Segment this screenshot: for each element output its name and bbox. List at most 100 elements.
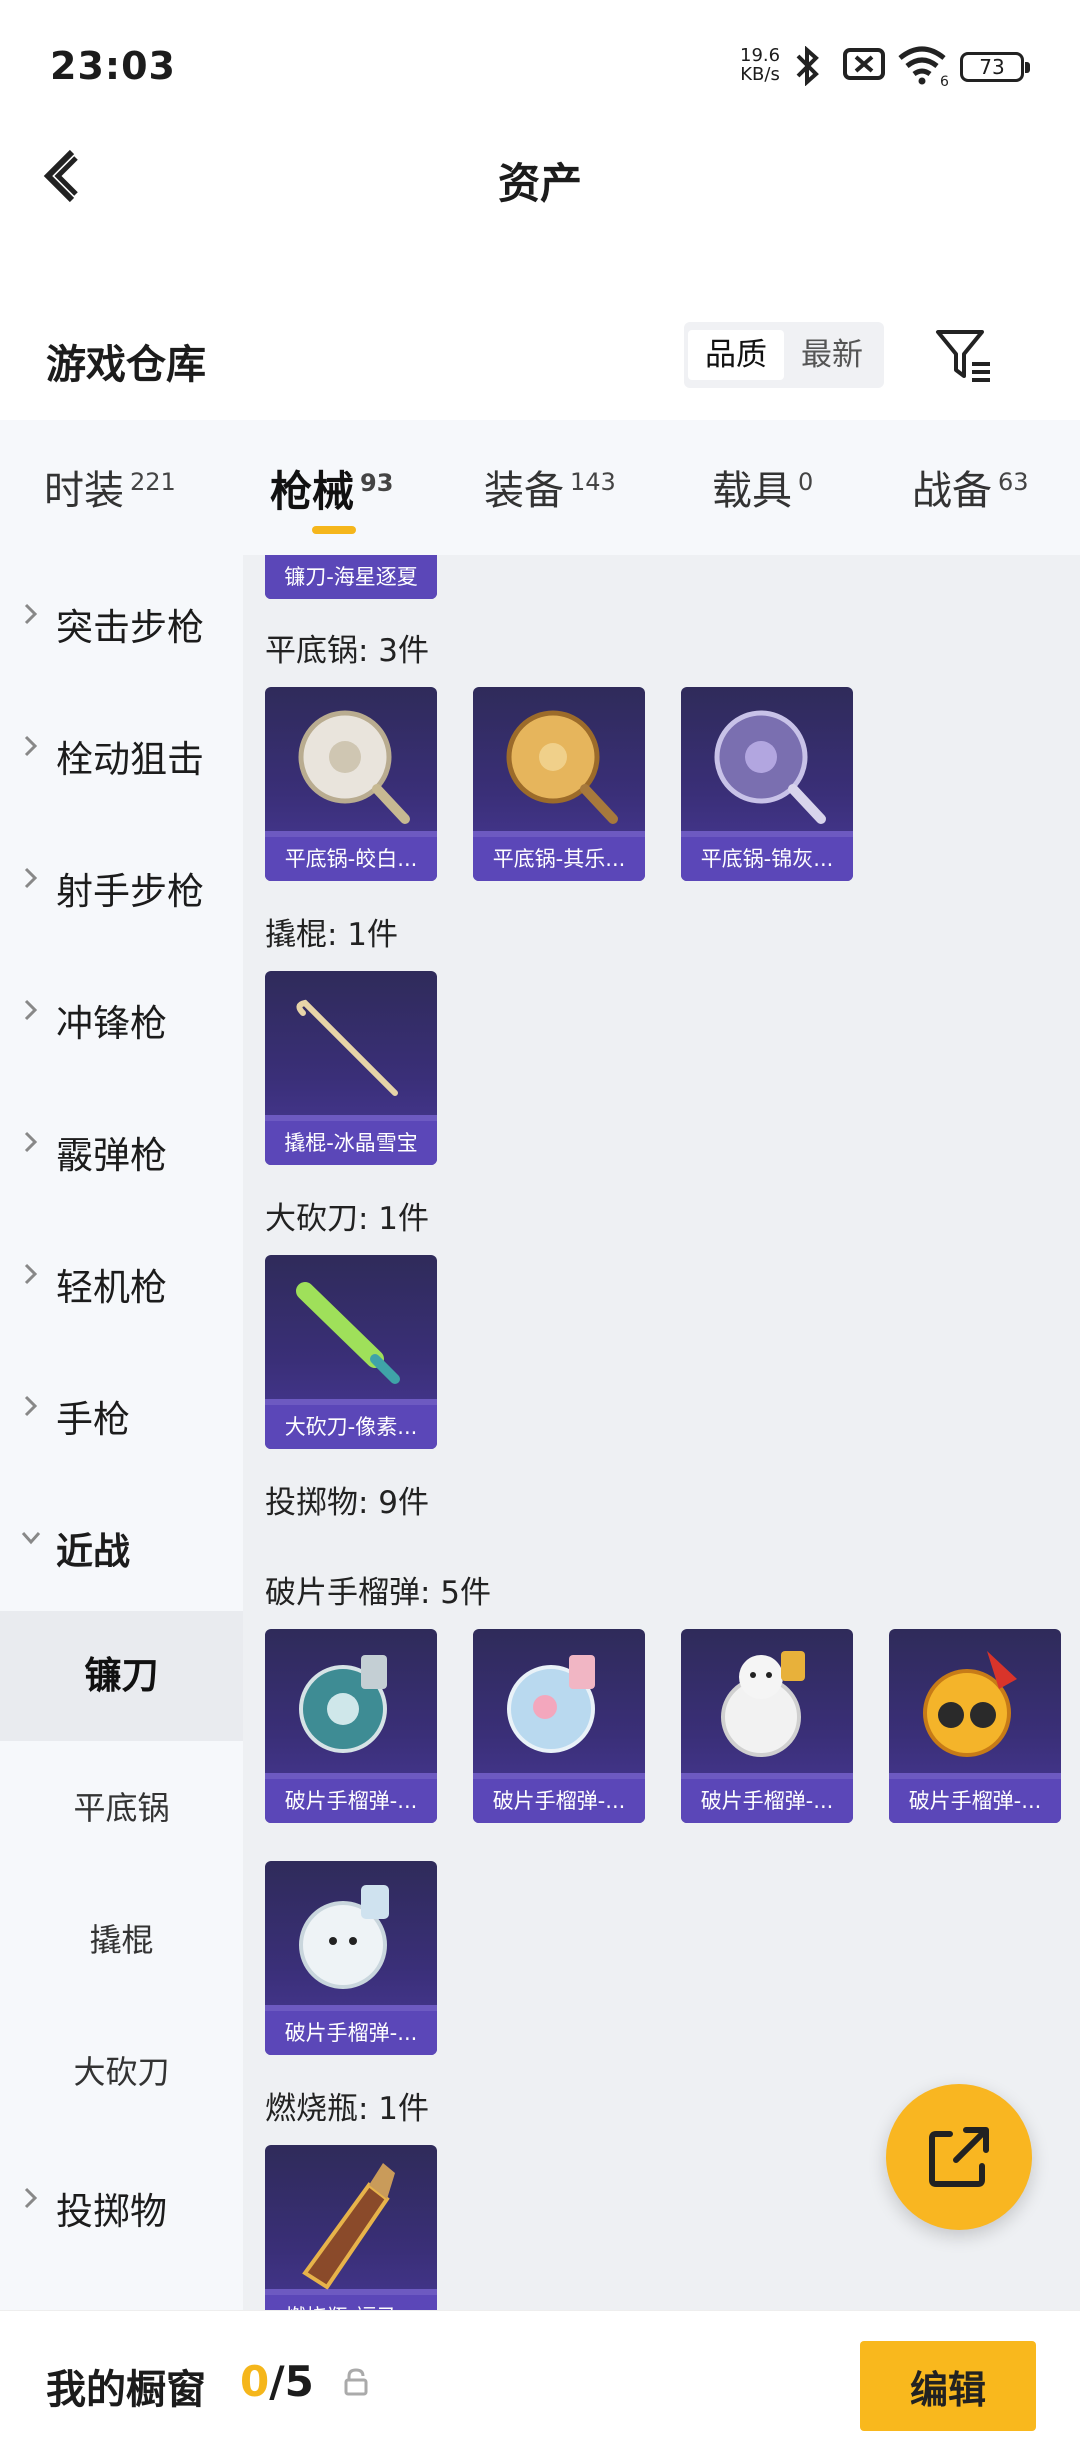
wifi-icon: 6 [898, 46, 948, 86]
network-speed-value: 19.6 [740, 45, 781, 66]
sidebar-item-bolt-sniper[interactable]: 栓动狙击 [0, 687, 243, 817]
section-title: 投掷物: 9件 [265, 1485, 430, 1521]
section-title: 平底锅: 3件 [265, 633, 430, 669]
network-speed-unit: KB/s [740, 64, 780, 85]
sidebar-subitem-sickle[interactable]: 镰刀 [0, 1611, 243, 1741]
chevron-right-icon [24, 1131, 38, 1153]
bottom-bar: 我的橱窗 0/5 编辑 [0, 2310, 1080, 2461]
molotov-icon [302, 2163, 395, 2290]
chevron-right-icon [24, 603, 38, 625]
item-card[interactable]: 破片手榴弹-... [473, 1629, 645, 1823]
chevron-right-icon [24, 999, 38, 1021]
sidebar-item-marksman-rifle[interactable]: 射手步枪 [0, 819, 243, 949]
lock-icon [344, 2368, 368, 2396]
sidebar-subitem-pan[interactable]: 平底锅 [0, 1743, 243, 1873]
edit-button[interactable]: 编辑 [860, 2341, 1036, 2431]
tab-fashion[interactable]: 时装 221 [44, 458, 176, 518]
status-time: 23:03 [50, 44, 176, 88]
item-name: 破片手榴弹-... [473, 1779, 645, 1823]
sort-quality[interactable]: 品质 [688, 330, 784, 380]
pan-icon [714, 710, 826, 824]
share-out-icon [929, 2127, 989, 2187]
section-title: 撬棍: 1件 [265, 917, 399, 953]
item-card[interactable]: 燃烧瓶-福马... [265, 2145, 437, 2310]
filter-icon[interactable] [932, 324, 996, 388]
showcase-label: 我的橱窗 [46, 2367, 206, 2413]
sidebar-item-melee[interactable]: 近战 [0, 1479, 243, 1609]
tab-count: 143 [570, 467, 616, 496]
pan-icon [298, 710, 410, 824]
sidebar-subitem-machete[interactable]: 大砍刀 [0, 2007, 243, 2137]
sidebar-item-label: 突击步枪 [56, 606, 204, 649]
machete-icon [296, 1282, 400, 1384]
item-card[interactable]: 平底锅-锦灰... [681, 687, 853, 881]
tab-label: 装备 [484, 468, 564, 514]
grenade-icon [299, 1885, 389, 1989]
item-card[interactable]: 大砍刀-像素... [265, 1255, 437, 1449]
sidebar-item-shotgun[interactable]: 霰弹枪 [0, 1083, 243, 1213]
sidebar-subitem-crowbar[interactable]: 撬棍 [0, 1875, 243, 2005]
battery-icon: 73 [960, 52, 1030, 82]
network-speed: 19.6 KB/s [740, 46, 780, 84]
sidebar-item-smg[interactable]: 冲锋枪 [0, 951, 243, 1081]
sidebar-item-pistol[interactable]: 手枪 [0, 1347, 243, 1477]
sidebar-item-label: 栓动狙击 [56, 738, 204, 781]
sidebar-item-label: 霰弹枪 [56, 1134, 167, 1177]
sort-newest[interactable]: 最新 [784, 330, 880, 380]
bluetooth-icon [796, 46, 819, 86]
item-card[interactable]: 平底锅-皎白... [265, 687, 437, 881]
item-name: 平底锅-皎白... [265, 837, 437, 881]
item-card[interactable]: 破片手榴弹-... [681, 1629, 853, 1823]
item-name: 破片手榴弹-... [265, 1779, 437, 1823]
sidebar-item-label: 手枪 [56, 1398, 130, 1441]
pan-icon [506, 710, 618, 824]
item-name: 破片手榴弹-... [681, 1779, 853, 1823]
item-name: 破片手榴弹-... [265, 2011, 437, 2055]
chevron-right-icon [24, 1263, 38, 1285]
tab-count: 221 [130, 467, 176, 496]
share-button[interactable] [886, 2084, 1032, 2230]
tab-label: 战备 [912, 468, 992, 514]
tab-count: 0 [798, 467, 814, 496]
section-title: 破片手榴弹: 5件 [265, 1575, 492, 1611]
sidebar-item-lmg[interactable]: 轻机枪 [0, 1215, 243, 1345]
tab-label: 载具 [712, 468, 792, 514]
sidebar-item-label: 冲锋枪 [56, 1002, 167, 1045]
tab-equipment[interactable]: 装备 143 [484, 458, 616, 518]
grenade-icon [721, 1651, 805, 1757]
item-name: 燃烧瓶-福马... [265, 2295, 437, 2310]
grenade-icon [507, 1655, 595, 1753]
item-name: 大砍刀-像素... [265, 1405, 437, 1449]
item-grid: 镰刀-海星逐夏 平底锅: 3件 平底锅-皎白... 平底锅-其乐... 平底锅-… [243, 555, 1080, 2310]
sort-toggle: 品质 最新 [684, 322, 884, 388]
showcase-total: /5 [269, 2357, 314, 2406]
chevron-right-icon [24, 867, 38, 889]
item-card[interactable]: 撬棍-冰晶雪宝 [265, 971, 437, 1165]
sidebar-item-throwables[interactable]: 投掷物 [0, 2139, 243, 2269]
sidebar-item-label: 轻机枪 [56, 1266, 167, 1309]
status-bar: 23:03 19.6 KB/s 6 73 [0, 0, 1080, 130]
tab-label: 枪械 [270, 467, 355, 516]
tab-label: 时装 [44, 468, 124, 514]
sidebar-item-assault-rifle[interactable]: 突击步枪 [0, 555, 243, 685]
sidebar-item-label: 近战 [56, 1530, 130, 1573]
item-card[interactable]: 破片手榴弹-... [265, 1861, 437, 2055]
active-tab-indicator [312, 526, 356, 534]
tab-supplies[interactable]: 战备 63 [912, 458, 1029, 518]
showcase-used: 0 [240, 2357, 270, 2406]
section-title: 燃烧瓶: 1件 [265, 2091, 430, 2127]
sidebar-item-label: 投掷物 [56, 2190, 167, 2233]
tab-firearms[interactable]: 枪械 93 [270, 458, 393, 518]
sidebar: 突击步枪 栓动狙击 射手步枪 冲锋枪 霰弹枪 轻机枪 手枪 近战 镰刀 平底锅 … [0, 555, 243, 2310]
item-name: 平底锅-锦灰... [681, 837, 853, 881]
tab-vehicles[interactable]: 载具 0 [712, 458, 813, 518]
tab-count: 63 [998, 467, 1029, 496]
item-card[interactable]: 破片手榴弹-... [889, 1629, 1061, 1823]
svg-text:6: 6 [940, 74, 948, 86]
item-card[interactable]: 破片手榴弹-... [265, 1629, 437, 1823]
page-title: 资产 [497, 159, 582, 208]
crowbar-icon [296, 999, 398, 1096]
chevron-right-icon [24, 2187, 38, 2209]
item-card[interactable]: 镰刀-海星逐夏 [265, 555, 437, 599]
item-card[interactable]: 平底锅-其乐... [473, 687, 645, 881]
